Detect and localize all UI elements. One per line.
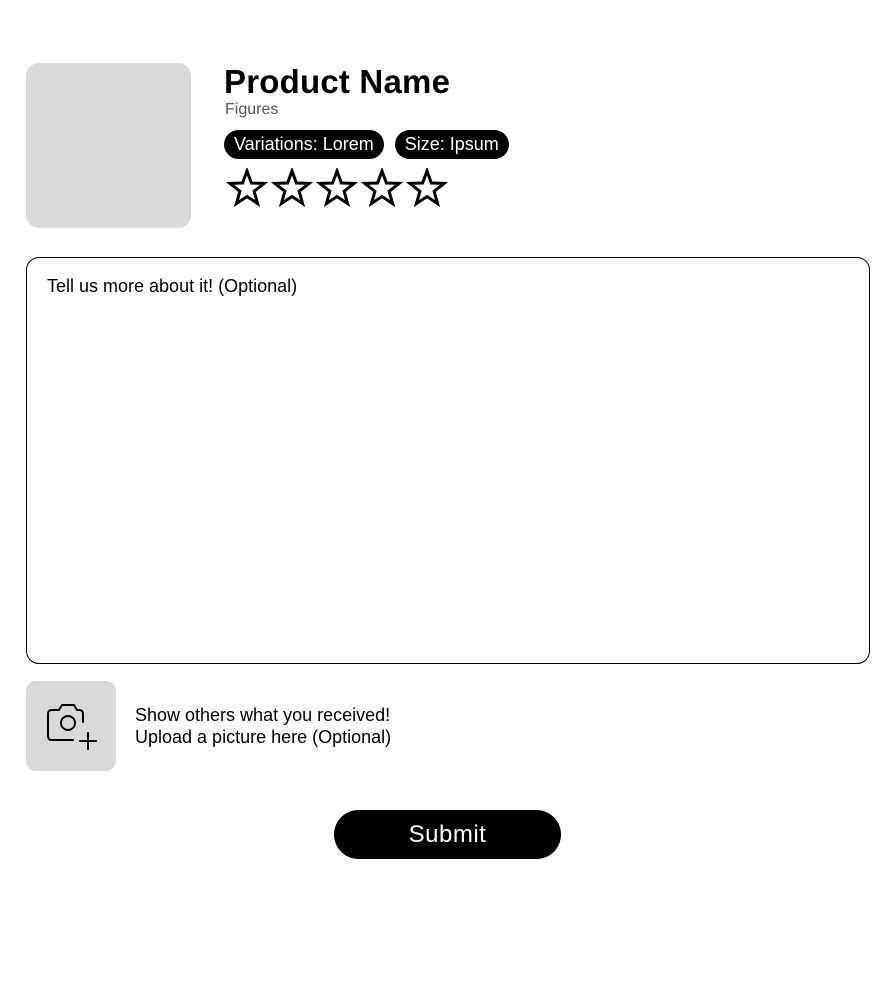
review-textarea[interactable] [26, 257, 870, 664]
product-name: Product Name [224, 63, 451, 100]
upload-text-line-2: Upload a picture here (Optional) [135, 727, 392, 747]
variation-chips: Variations: Lorem Size: Ipsum [224, 130, 509, 159]
upload-text-line-1: Show others what you received! [135, 705, 391, 725]
variation-chip: Variations: Lorem [224, 130, 384, 159]
star-rating [226, 168, 448, 210]
star-2-icon[interactable] [271, 168, 313, 210]
star-5-icon[interactable] [406, 168, 448, 210]
star-1-icon[interactable] [226, 168, 268, 210]
star-3-icon[interactable] [316, 168, 358, 210]
star-4-icon[interactable] [361, 168, 403, 210]
product-category: Figures [225, 101, 279, 118]
submit-button[interactable]: Submit [334, 810, 561, 859]
camera-plus-icon [47, 704, 97, 750]
upload-photo-button[interactable] [26, 681, 116, 771]
size-chip: Size: Ipsum [394, 130, 509, 159]
upload-instructions: Show others what you received! Upload a … [135, 704, 391, 748]
product-image [26, 63, 191, 228]
